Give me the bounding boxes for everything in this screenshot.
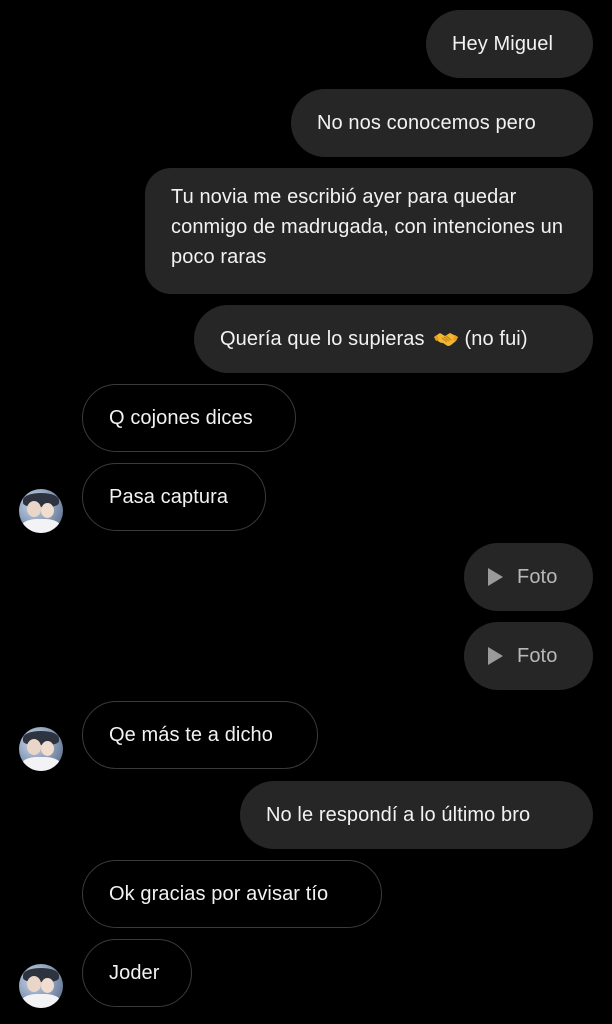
play-icon	[488, 647, 503, 665]
photo-message[interactable]: Foto	[464, 543, 593, 611]
avatar-body	[21, 757, 61, 771]
message-text: Q cojones dices	[109, 407, 253, 429]
message-sent[interactable]: Tu novia me escribió ayer para quedar co…	[145, 168, 593, 294]
conversation-thread: Hey Miguel No nos conocemos pero Tu novi…	[0, 0, 612, 1024]
message-sent[interactable]: Hey Miguel	[426, 10, 593, 78]
message-text: Qe más te a dicho	[109, 724, 274, 746]
message-sent[interactable]: No nos conocemos pero	[291, 89, 593, 157]
contact-avatar[interactable]	[19, 727, 63, 771]
message-text: Ok gracias por avisar tío	[109, 883, 329, 905]
message-text: Tu novia me escribió ayer para quedar co…	[171, 186, 564, 268]
message-text: (no fui)	[464, 328, 528, 350]
photo-label: Foto	[517, 645, 558, 667]
play-icon	[488, 568, 503, 586]
message-text: No nos conocemos pero	[317, 112, 536, 134]
message-received[interactable]: Q cojones dices	[82, 384, 296, 452]
avatar-body	[21, 994, 61, 1008]
message-sent[interactable]: Quería que lo supieras (no fui)	[194, 305, 593, 373]
avatar-face	[27, 501, 41, 517]
message-text: Joder	[109, 962, 160, 984]
avatar-face	[27, 976, 41, 992]
photo-message[interactable]: Foto	[464, 622, 593, 690]
photo-label: Foto	[517, 566, 558, 588]
avatar-face	[27, 739, 41, 755]
message-received[interactable]: Ok gracias por avisar tío	[82, 860, 382, 928]
message-text: Hey Miguel	[452, 33, 554, 55]
message-text: Quería que lo supieras	[220, 328, 425, 350]
message-received[interactable]: Pasa captura	[82, 463, 266, 531]
contact-avatar[interactable]	[19, 489, 63, 533]
message-received[interactable]: Qe más te a dicho	[82, 701, 318, 769]
message-received[interactable]: Joder	[82, 939, 192, 1007]
handshake-icon	[433, 333, 458, 346]
avatar-face	[41, 741, 54, 756]
message-text: No le respondí a lo último bro	[266, 804, 531, 826]
avatar-body	[21, 519, 61, 533]
message-text: Pasa captura	[109, 486, 229, 508]
message-sent[interactable]: No le respondí a lo último bro	[240, 781, 593, 849]
avatar-face	[41, 978, 54, 993]
contact-avatar[interactable]	[19, 964, 63, 1008]
avatar-face	[41, 503, 54, 518]
